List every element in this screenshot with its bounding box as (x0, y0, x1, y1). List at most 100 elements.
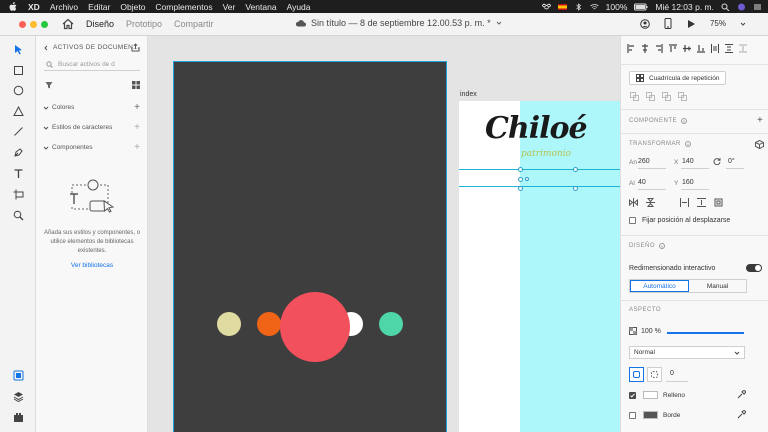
distribute-spacing-icon[interactable] (739, 44, 747, 53)
polygon-tool-icon[interactable] (13, 106, 24, 117)
menu-archivo[interactable]: Archivo (50, 2, 78, 12)
align-bottom-icon[interactable] (697, 44, 705, 53)
corner-radius-individual-button[interactable] (647, 367, 662, 382)
3d-transform-icon[interactable] (755, 140, 764, 149)
add-color-button[interactable]: + (134, 103, 140, 113)
resize-mode-manual[interactable]: Manual (689, 280, 746, 292)
distribute-v-icon[interactable] (725, 44, 733, 53)
corner-radius-input[interactable]: 0 (670, 370, 674, 377)
opacity-value[interactable]: 100 % (641, 328, 661, 335)
circle-red-large[interactable] (280, 292, 350, 362)
constrain-all-icon[interactable] (714, 198, 723, 207)
view-libraries-link[interactable]: Ver bibliotecas (36, 262, 148, 269)
battery-icon[interactable] (634, 3, 648, 11)
align-right-icon[interactable] (655, 44, 663, 53)
border-color-swatch[interactable] (643, 411, 658, 419)
info-icon[interactable] (659, 243, 666, 249)
artboard-dark[interactable] (173, 61, 447, 432)
repeat-grid-button[interactable]: Cuadrícula de repetición (629, 71, 727, 85)
blend-mode-dropdown[interactable]: Normal (629, 346, 745, 359)
bluetooth-icon[interactable] (574, 2, 583, 11)
pen-tool-icon[interactable] (13, 147, 24, 158)
rectangle-tool-icon[interactable] (13, 65, 24, 76)
tab-diseno[interactable]: Diseño (86, 19, 114, 29)
circle-orange[interactable] (257, 312, 281, 336)
selection-handle[interactable] (573, 167, 578, 172)
menu-ayuda[interactable]: Ayuda (287, 2, 311, 12)
eyedropper-icon[interactable] (737, 410, 746, 419)
logo-subtitle[interactable]: patrimonio (521, 149, 571, 159)
user-icon[interactable] (640, 18, 650, 29)
fill-checkbox[interactable] (629, 392, 636, 399)
intersect-boolean-icon[interactable] (662, 92, 671, 101)
chevron-left-icon[interactable] (43, 45, 49, 51)
document-title[interactable]: Sin título — 8 de septiembre 12.00.53 p.… (295, 18, 502, 28)
menu-editar[interactable]: Editar (88, 2, 110, 12)
align-center-h-icon[interactable] (641, 44, 649, 53)
filter-icon[interactable] (45, 81, 53, 89)
zoom-tool-icon[interactable] (13, 210, 24, 221)
subtract-boolean-icon[interactable] (646, 92, 655, 101)
constrain-width-icon[interactable] (680, 198, 689, 207)
add-character-style-button[interactable]: + (134, 123, 140, 133)
info-icon[interactable] (681, 118, 688, 124)
selection-handle[interactable] (518, 177, 523, 182)
assets-search[interactable]: Buscar activos de d (44, 58, 140, 71)
y-input[interactable]: 160 (682, 179, 694, 186)
assets-section-estilos[interactable]: Estilos de caracteres (43, 124, 112, 131)
opacity-slider[interactable] (667, 332, 744, 334)
text-tool-icon[interactable] (13, 168, 24, 179)
circle-beige[interactable] (217, 312, 241, 336)
menu-ventana[interactable]: Ventana (245, 2, 276, 12)
selection-handle[interactable] (518, 186, 523, 191)
distribute-h-icon[interactable] (711, 44, 719, 53)
notification-center-icon[interactable] (753, 3, 762, 11)
layers-panel-icon[interactable] (13, 391, 24, 402)
add-boolean-icon[interactable] (630, 92, 639, 101)
align-middle-v-icon[interactable] (683, 44, 691, 53)
flip-vertical-icon[interactable] (646, 198, 655, 207)
tab-prototipo[interactable]: Prototipo (126, 19, 162, 29)
design-canvas[interactable]: index Chiloé patrimonio (148, 36, 620, 432)
spotlight-icon[interactable] (721, 3, 730, 11)
border-checkbox[interactable] (629, 412, 636, 419)
wifi-icon[interactable] (589, 3, 599, 11)
artboard-tool-icon[interactable] (13, 189, 24, 200)
add-component-button[interactable]: + (134, 143, 140, 153)
fix-position-checkbox[interactable] (629, 217, 636, 224)
ellipse-tool-icon[interactable] (13, 85, 24, 96)
zoom-chevron-down-icon[interactable] (740, 21, 746, 27)
height-input[interactable]: 40 (638, 179, 646, 186)
selection-bounding-box[interactable] (459, 169, 620, 187)
line-tool-icon[interactable] (13, 126, 24, 137)
rotation-handle[interactable] (525, 177, 529, 181)
responsive-resize-toggle[interactable] (746, 264, 762, 272)
menu-ver[interactable]: Ver (223, 2, 236, 12)
fill-color-swatch[interactable] (643, 391, 658, 399)
apple-icon[interactable] (8, 1, 18, 12)
assets-panel-icon[interactable] (13, 370, 24, 381)
select-tool-icon[interactable] (13, 44, 24, 55)
window-minimize-button[interactable] (30, 20, 37, 28)
artboard-name-index[interactable]: index (460, 91, 477, 98)
artboard-index[interactable]: Chiloé patrimonio (459, 101, 620, 432)
corner-radius-uniform-button[interactable] (629, 367, 644, 382)
info-icon[interactable] (684, 141, 691, 147)
grid-view-icon[interactable] (132, 81, 140, 89)
window-close-button[interactable] (19, 20, 26, 28)
home-icon[interactable] (62, 18, 74, 30)
logo-chiloe[interactable]: Chiloé (485, 111, 588, 146)
play-icon[interactable] (686, 19, 696, 29)
flag-icon[interactable] (557, 3, 567, 11)
siri-icon[interactable] (737, 3, 746, 11)
tab-compartir[interactable]: Compartir (174, 19, 214, 29)
width-input[interactable]: 260 (638, 158, 650, 165)
exclude-boolean-icon[interactable] (678, 92, 687, 101)
menu-xd[interactable]: XD (28, 2, 40, 12)
eyedropper-icon[interactable] (737, 390, 746, 399)
menu-complementos[interactable]: Complementos (155, 2, 212, 12)
assets-section-colores[interactable]: Colores (43, 104, 74, 111)
constrain-height-icon[interactable] (697, 198, 706, 207)
window-zoom-button[interactable] (41, 20, 48, 28)
share-export-icon[interactable] (131, 43, 140, 52)
